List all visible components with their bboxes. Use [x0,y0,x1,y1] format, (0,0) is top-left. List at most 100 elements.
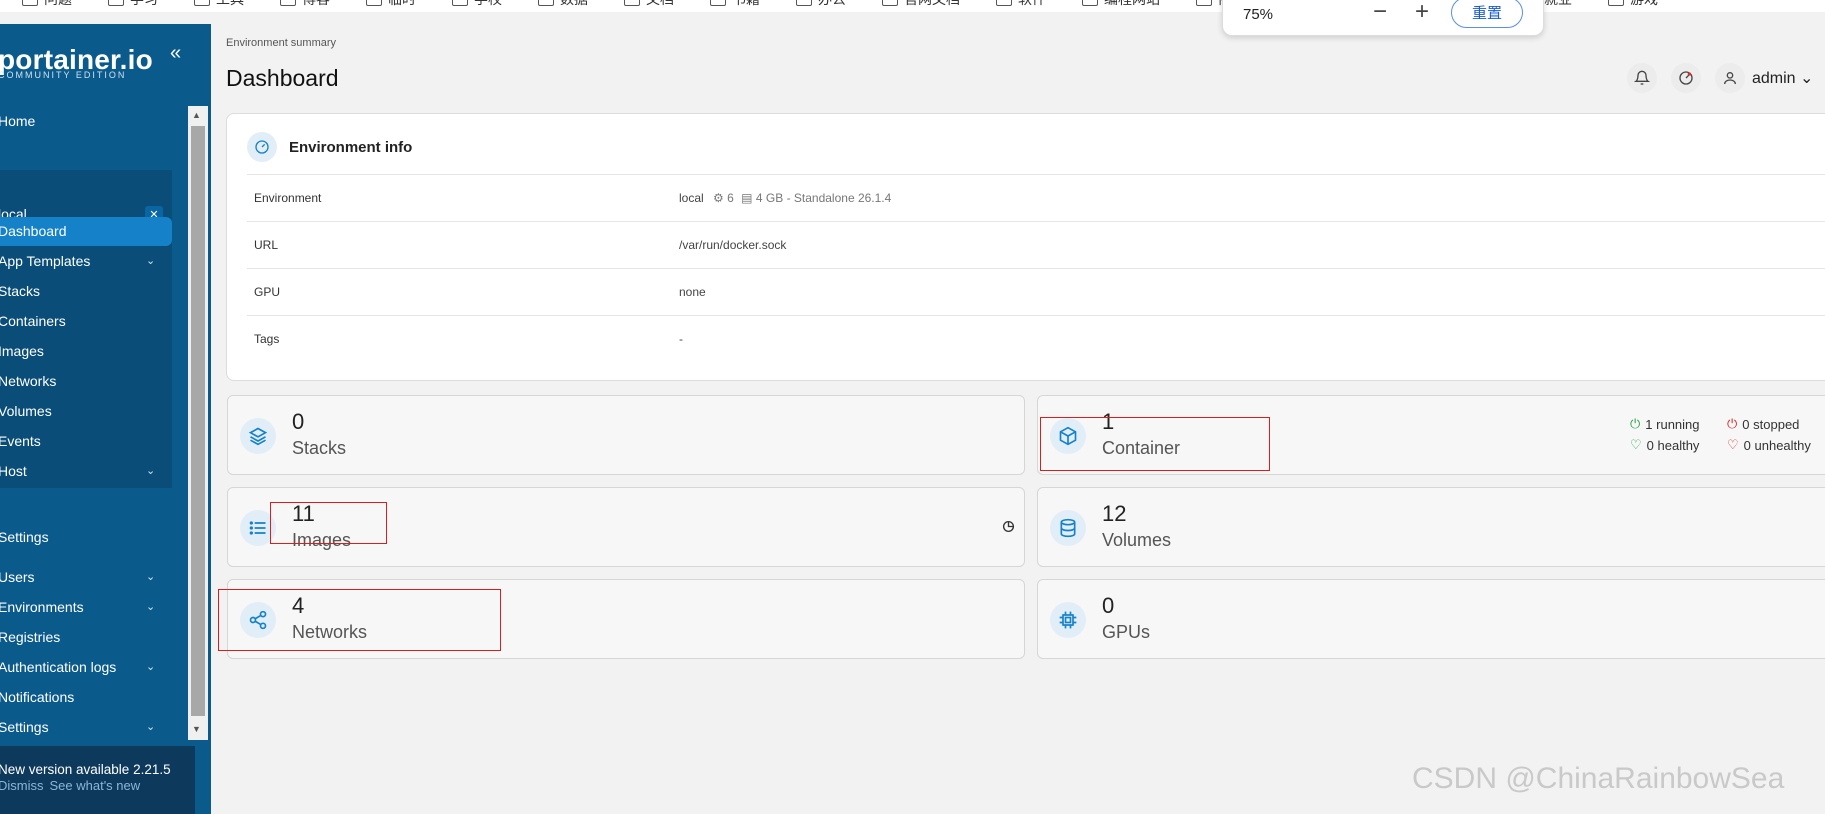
card-title: Environment info [289,138,413,156]
sidebar-item-events[interactable]: Events [0,433,41,449]
bookmark-folder[interactable]: 游戏 [1596,0,1670,9]
zoom-level: 75% [1243,5,1274,23]
dismiss-link[interactable]: Dismiss [0,778,44,793]
bookmark-folder[interactable]: 学习 [96,0,170,9]
environment-name: local [679,191,704,205]
annotation-box [1040,417,1270,471]
sidebar-item-host[interactable]: Host ⌄ [0,463,155,479]
sidebar-item-networks[interactable]: Networks [0,373,56,389]
power-icon: ⏻ [1630,416,1641,431]
folder-icon [1196,0,1212,6]
info-row-gpu: GPU none [247,268,1825,315]
sidebar-item-authentication-logs[interactable]: Authentication logs ⌄ [0,659,155,675]
folder-icon [624,0,640,6]
memory-icon: ▤ [741,191,753,205]
heart-icon: ♡ [1630,437,1642,452]
folder-icon [538,0,554,6]
bookmark-folder[interactable]: 问题 [10,0,84,9]
folder-icon [710,0,726,6]
folder-icon [194,0,210,6]
bookmark-folder[interactable]: 临时 [354,0,428,9]
memory-value: 4 GB [755,191,784,205]
database-icon [1050,510,1086,546]
heart-icon: ♡ [1727,437,1739,452]
sidebar-item-dashboard[interactable]: Dashboard [0,223,67,239]
bookmark-folder[interactable]: 官网文档 [870,0,972,9]
bookmark-folder[interactable]: 工具 [182,0,256,9]
bookmark-folder[interactable]: 博客 [268,0,342,9]
page: 问题 学习 工具 博客 临时 学校 数据 文档 书籍 办公 官网文档 软件 编程… [0,0,1825,814]
folder-icon [22,0,38,6]
gpus-label: GPUs [1102,622,1151,642]
bookmark-folder[interactable]: 文档 [612,0,686,9]
bookmark-folder[interactable]: 软件 [984,0,1058,9]
chevron-down-icon: ⌄ [146,661,156,673]
pie-chart-icon [1002,520,1015,533]
volumes-card[interactable]: 12 Volumes [1037,487,1825,567]
sidebar-item-stacks[interactable]: Stacks [0,283,40,299]
sidebar-item-settings[interactable]: Settings ⌄ [0,719,155,735]
stacks-label: Stacks [292,438,347,458]
zoom-reset-button[interactable]: 重置 [1450,0,1523,28]
healthy-status: ♡ 0 healthy [1630,437,1700,453]
breadcrumb: Environment summary [226,37,337,49]
unhealthy-status: ♡ 0 unhealthy [1727,437,1811,453]
stacks-count: 0 [292,409,305,434]
notifications-button[interactable] [1627,63,1657,93]
zoom-popup: 75% − + 重置 [1222,0,1544,36]
annotation-box [270,502,387,544]
annotation-box [218,589,501,651]
sidebar-item-containers[interactable]: Containers [0,313,66,329]
sidebar-item-users[interactable]: Users ⌄ [0,569,155,585]
user-button[interactable] [1715,63,1745,93]
gpus-card[interactable]: 0 GPUs [1037,579,1825,659]
folder-icon [1608,0,1624,6]
bookmark-folder[interactable]: 数据 [526,0,600,9]
help-button[interactable] [1671,63,1701,93]
see-whats-new-link[interactable]: See what's new [50,778,141,793]
chevron-down-icon: ⌄ [146,601,156,613]
chevron-down-icon: ⌄ [146,721,156,733]
bookmarks-bar: 问题 学习 工具 博客 临时 学校 数据 文档 书籍 办公 官网文档 软件 编程… [0,0,1825,12]
info-row-environment: Environment local ⚙ 6 ▤ 4 GB - Standalon… [247,174,1825,221]
sidebar-item-home[interactable]: Home [0,113,35,129]
folder-icon [366,0,382,6]
sidebar-item-images[interactable]: Images [0,343,44,359]
watermark: CSDN @ChinaRainbowSea [1412,762,1785,795]
scroll-down-arrow[interactable]: ▼ [192,724,201,734]
collapse-sidebar-button[interactable]: « [170,42,181,65]
zoom-in-button[interactable]: + [1415,0,1429,24]
bell-icon [1634,70,1650,85]
bookmark-folder[interactable]: 编程网站 [1070,0,1172,9]
user-icon [1724,72,1736,85]
sidebar-item-notifications[interactable]: Notifications [0,689,74,705]
stopped-status: ⏻ 0 stopped [1727,416,1800,432]
environment-detail: - Standalone 26.1.4 [786,191,892,205]
sidebar-item-environments[interactable]: Environments ⌄ [0,599,155,615]
layers-icon [240,418,276,454]
chevron-down-icon: ⌄ [1800,70,1814,87]
update-text: New version available 2.21.5 [0,762,171,777]
bookmark-folder[interactable]: 办公 [784,0,858,9]
zoom-out-button[interactable]: − [1373,0,1387,24]
gauge-icon [1679,71,1693,85]
card-header: Environment info [247,132,412,162]
stacks-card[interactable]: 0 Stacks [227,395,1025,475]
scrollbar-thumb[interactable] [191,126,205,716]
sidebar: portainer.io COMMUNITY EDITION « Home lo… [0,24,211,814]
sidebar-scrollbar[interactable]: ▲ ▼ [188,106,208,740]
sidebar-item-app-templates[interactable]: App Templates ⌄ [0,253,155,269]
bookmark-folder[interactable]: 书籍 [698,0,772,9]
gpus-count: 0 [1102,593,1115,618]
user-menu[interactable]: admin ⌄ [1752,68,1813,88]
folder-icon [108,0,124,6]
sidebar-item-volumes[interactable]: Volumes [0,403,52,419]
folder-icon [996,0,1012,6]
volumes-label: Volumes [1102,530,1172,550]
bookmark-folder[interactable]: 学校 [440,0,514,9]
sidebar-item-registries[interactable]: Registries [0,629,60,645]
scroll-up-arrow[interactable]: ▲ [192,110,201,120]
chevron-down-icon: ⌄ [146,571,156,583]
page-title: Dashboard [226,65,339,91]
cpu-icon: ⚙ [713,191,724,205]
